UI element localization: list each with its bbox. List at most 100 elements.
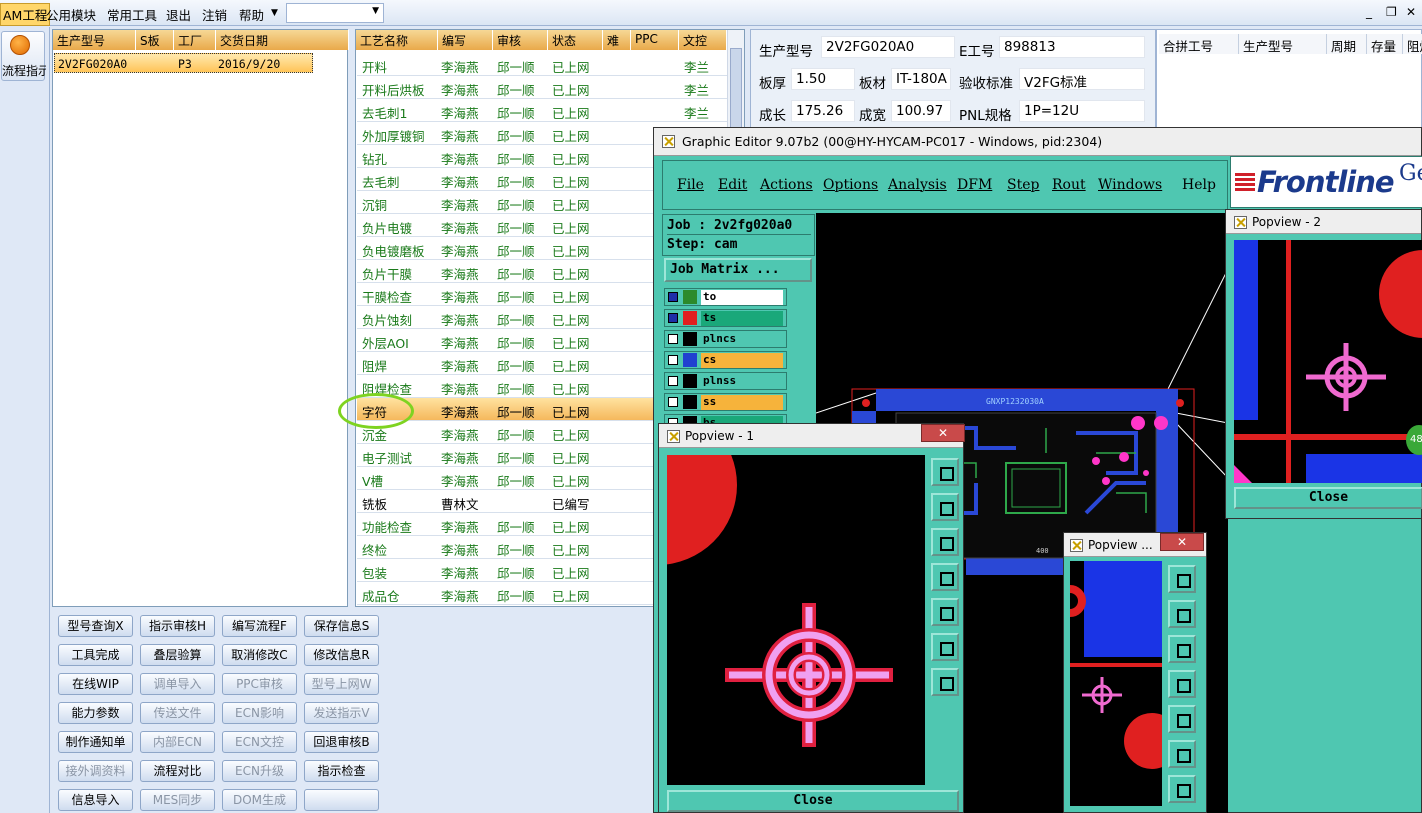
col-header-process[interactable]: 工艺名称 [356, 30, 438, 50]
action-button-8[interactable]: 在线WIP [58, 673, 133, 695]
layer-row[interactable]: plncs [664, 330, 787, 348]
zoom-fit-icon[interactable] [931, 458, 959, 486]
ge-menu-dfm[interactable]: DFM [957, 177, 992, 193]
action-button-25[interactable]: MES同步 [140, 789, 215, 811]
action-button-17[interactable]: 内部ECN [140, 731, 215, 753]
layer-checkbox[interactable] [668, 355, 678, 365]
info-value-pnl[interactable]: 1P=12U [1019, 100, 1145, 122]
ge-menu-edit[interactable]: Edit [718, 177, 747, 193]
action-button-4[interactable]: 工具完成 [58, 644, 133, 666]
close-icon[interactable]: ✕ [1406, 5, 1416, 19]
zoom-out-icon[interactable] [931, 668, 959, 696]
action-button-13[interactable]: 传送文件 [140, 702, 215, 724]
action-button-22[interactable]: ECN升级 [222, 760, 297, 782]
action-button-0[interactable]: 型号查询X [58, 615, 133, 637]
ge-menu-options[interactable]: Options [823, 177, 878, 193]
popview-2-canvas[interactable] [1234, 240, 1422, 483]
action-button-7[interactable]: 修改信息R [304, 644, 379, 666]
info-value-eno[interactable]: 898813 [999, 36, 1145, 58]
action-button-23[interactable]: 指示检查 [304, 760, 379, 782]
pan-down-icon[interactable] [931, 528, 959, 556]
col-header-merge-no[interactable]: 合拼工号 [1159, 34, 1239, 54]
ge-menu-analysis[interactable]: Analysis [888, 177, 947, 193]
pan-right-icon[interactable] [931, 598, 959, 626]
col-header-ppc[interactable]: PPC [631, 30, 679, 50]
pan-up-icon[interactable] [1168, 600, 1196, 628]
layer-row[interactable]: plnss [664, 372, 787, 390]
col-header-difficulty[interactable]: 难 [603, 30, 631, 50]
ge-menu-help[interactable]: Help [1182, 177, 1216, 193]
info-value-thickness[interactable]: 1.50 [791, 68, 855, 90]
col-header-reviewer[interactable]: 审核 [493, 30, 548, 50]
popview-1-titlebar[interactable]: Popview - 1 [659, 424, 963, 448]
layer-checkbox[interactable] [668, 397, 678, 407]
col-header-merge-model[interactable]: 生产型号 [1239, 34, 1327, 54]
pan-left-icon[interactable] [1168, 670, 1196, 698]
pan-down-icon[interactable] [1168, 635, 1196, 663]
layer-checkbox[interactable] [668, 313, 678, 323]
graphic-editor-titlebar[interactable]: Graphic Editor 9.07b2 (00@HY-HYCAM-PC017… [654, 128, 1421, 156]
col-header-sboard[interactable]: S板 [136, 30, 174, 50]
layer-row[interactable]: cs [664, 351, 787, 369]
ge-menu-file[interactable]: File [677, 177, 704, 193]
info-value-length[interactable]: 175.26 [791, 100, 855, 122]
ge-menu-step[interactable]: Step [1007, 177, 1039, 193]
action-button-11[interactable]: 型号上网W [304, 673, 379, 695]
popview-2-close-button[interactable]: Close [1234, 487, 1422, 509]
popview-1-close-icon[interactable]: ✕ [921, 424, 965, 442]
action-button-5[interactable]: 叠层验算 [140, 644, 215, 666]
pan-up-icon[interactable] [931, 493, 959, 521]
info-value-width[interactable]: 100.97 [891, 100, 951, 122]
zoom-in-icon[interactable] [931, 633, 959, 661]
popview-3-close-icon[interactable]: ✕ [1160, 533, 1204, 551]
ge-menu-actions[interactable]: Actions [760, 177, 813, 193]
col-header-cycle[interactable]: 周期 [1327, 34, 1367, 54]
popview-2-titlebar[interactable]: Popview - 2 [1226, 210, 1421, 234]
action-button-15[interactable]: 发送指示V [304, 702, 379, 724]
pan-left-icon[interactable] [931, 563, 959, 591]
table-row[interactable]: 2V2FG020A0 P3 2016/9/20 [54, 53, 313, 73]
action-button-12[interactable]: 能力参数 [58, 702, 133, 724]
col-header-delivery[interactable]: 交货日期 [216, 30, 349, 50]
table-row[interactable]: 去毛刺1 李海燕 邱一顺 已上网 李兰 [357, 99, 727, 122]
menu-public-modules[interactable]: 公用模块 [46, 5, 96, 24]
menu-logout[interactable]: 注销 [202, 5, 227, 24]
action-button-27[interactable] [304, 789, 379, 811]
popview-1-canvas[interactable] [667, 455, 925, 785]
menu-common-tools[interactable]: 常用工具 [107, 5, 157, 24]
ge-menu-windows[interactable]: Windows [1098, 177, 1162, 193]
flow-instruction-button[interactable]: 流程指示 [1, 31, 46, 81]
zoom-out-icon[interactable] [1168, 775, 1196, 803]
minimize-icon[interactable]: _ [1366, 5, 1372, 19]
toolbar-combo[interactable]: ▼ [286, 3, 384, 23]
table-row[interactable]: 开料后烘板 李海燕 邱一顺 已上网 李兰 [357, 76, 727, 99]
restore-icon[interactable]: ❐ [1386, 5, 1397, 19]
job-matrix-button[interactable]: Job Matrix ... [664, 258, 812, 282]
col-header-status[interactable]: 状态 [548, 30, 603, 50]
layer-row[interactable]: ts [664, 309, 787, 327]
action-button-20[interactable]: 接外调资料 [58, 760, 133, 782]
action-button-6[interactable]: 取消修改C [222, 644, 297, 666]
action-button-18[interactable]: ECN文控 [222, 731, 297, 753]
zoom-in-icon[interactable] [1168, 740, 1196, 768]
layer-checkbox[interactable] [668, 334, 678, 344]
action-button-16[interactable]: 制作通知单 [58, 731, 133, 753]
action-button-9[interactable]: 调单导入 [140, 673, 215, 695]
popview-1-close-button[interactable]: Close [667, 790, 959, 812]
action-button-24[interactable]: 信息导入 [58, 789, 133, 811]
table-row[interactable]: 开料 李海燕 邱一顺 已上网 李兰 [357, 53, 727, 76]
col-header-doc[interactable]: 文控 [679, 30, 727, 50]
layer-checkbox[interactable] [668, 292, 678, 302]
info-value-standard[interactable]: V2FG标准 [1019, 68, 1145, 91]
action-button-3[interactable]: 保存信息S [304, 615, 379, 637]
action-button-21[interactable]: 流程对比 [140, 760, 215, 782]
col-header-writer[interactable]: 编写 [438, 30, 493, 50]
action-button-14[interactable]: ECN影响 [222, 702, 297, 724]
layer-row[interactable]: ss [664, 393, 787, 411]
help-dropdown-icon[interactable]: ▼ [271, 8, 278, 18]
menu-exit[interactable]: 退出 [166, 5, 191, 24]
action-button-26[interactable]: DOM生成 [222, 789, 297, 811]
popview-3-canvas[interactable] [1070, 561, 1162, 806]
col-header-mask[interactable]: 阻焊 [1403, 34, 1422, 54]
action-button-10[interactable]: PPC审核 [222, 673, 297, 695]
